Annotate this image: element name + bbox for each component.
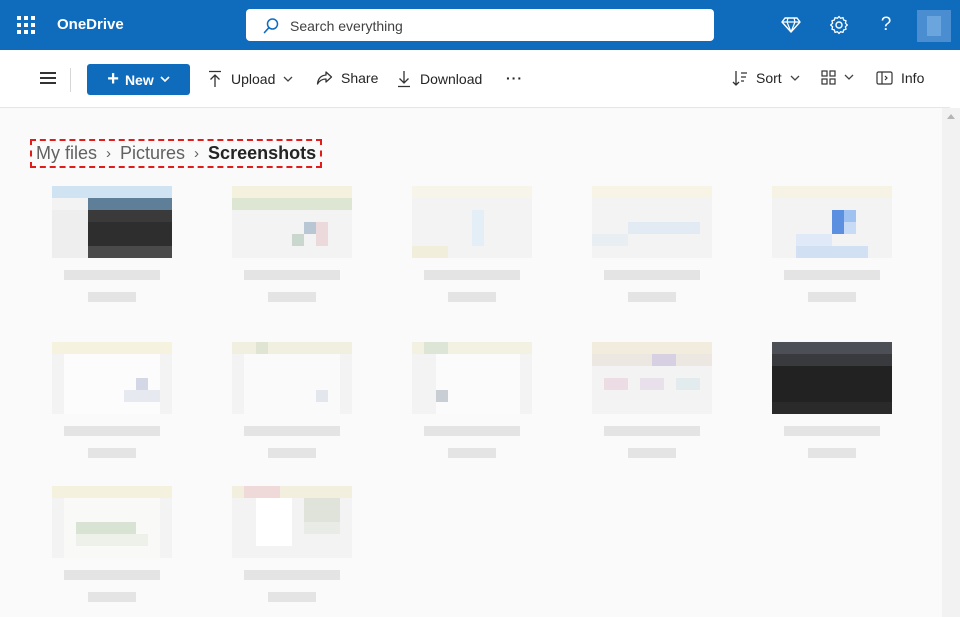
file-name-blurred xyxy=(784,426,880,436)
file-date-blurred xyxy=(628,292,676,302)
sort-icon xyxy=(732,71,747,86)
file-name-blurred xyxy=(604,426,700,436)
premium-diamond-icon[interactable] xyxy=(779,13,803,37)
more-options-ellipsis-icon[interactable]: ··· xyxy=(506,70,523,86)
suite-header: OneDrive Search everything ? xyxy=(0,0,960,50)
file-tile[interactable] xyxy=(412,342,532,462)
file-date-blurred xyxy=(88,592,136,602)
search-icon xyxy=(263,18,279,34)
file-tile[interactable] xyxy=(52,342,172,462)
file-thumbnail xyxy=(232,486,352,558)
file-thumbnail xyxy=(772,186,892,258)
file-tile[interactable] xyxy=(772,186,892,306)
file-name-blurred xyxy=(244,570,340,580)
search-box[interactable]: Search everything xyxy=(246,9,714,41)
share-label: Share xyxy=(341,70,379,86)
file-name-blurred xyxy=(604,270,700,280)
download-button[interactable]: Download xyxy=(396,70,482,88)
file-date-blurred xyxy=(268,292,316,302)
help-question-icon[interactable]: ? xyxy=(874,13,898,37)
toolbar-divider xyxy=(70,68,71,92)
search-placeholder[interactable]: Search everything xyxy=(290,18,403,34)
chevron-down-icon xyxy=(283,76,293,82)
file-tile[interactable] xyxy=(232,342,352,462)
app-title[interactable]: OneDrive xyxy=(57,16,124,33)
file-date-blurred xyxy=(88,448,136,458)
file-thumbnail xyxy=(52,342,172,414)
sort-button[interactable]: Sort xyxy=(732,70,800,86)
file-tile[interactable] xyxy=(52,486,172,606)
file-thumbnail xyxy=(232,186,352,258)
file-date-blurred xyxy=(268,592,316,602)
file-tile[interactable] xyxy=(52,186,172,306)
file-date-blurred xyxy=(448,448,496,458)
new-button-label: New xyxy=(124,71,154,88)
upload-arrow-icon xyxy=(209,70,221,87)
file-name-blurred xyxy=(244,426,340,436)
file-tile[interactable] xyxy=(232,486,352,606)
download-arrow-icon xyxy=(398,71,410,88)
file-date-blurred xyxy=(268,448,316,458)
user-avatar[interactable] xyxy=(917,10,951,42)
file-tile[interactable] xyxy=(232,186,352,306)
breadcrumb-screenshots: Screenshots xyxy=(208,143,317,163)
info-pane-icon xyxy=(876,71,893,85)
file-thumbnail xyxy=(592,186,712,258)
command-bar: + New Upload Share Download ··· Sort Inf… xyxy=(0,50,950,108)
share-button[interactable]: Share xyxy=(316,70,378,86)
file-name-blurred xyxy=(244,270,340,280)
breadcrumb-chevron-icon: › xyxy=(106,145,112,162)
file-name-blurred xyxy=(64,570,160,580)
file-name-blurred xyxy=(424,270,520,280)
upload-button[interactable]: Upload xyxy=(207,70,293,88)
file-date-blurred xyxy=(808,448,856,458)
breadcrumb-chevron-icon: › xyxy=(194,145,200,162)
file-thumbnail xyxy=(52,186,172,258)
file-tile[interactable] xyxy=(592,342,712,462)
chevron-down-icon xyxy=(160,76,170,83)
window-edge xyxy=(950,50,960,108)
file-name-blurred xyxy=(784,270,880,280)
file-thumbnail xyxy=(232,342,352,414)
file-date-blurred xyxy=(88,292,136,302)
file-name-blurred xyxy=(64,426,160,436)
file-thumbnail xyxy=(412,342,532,414)
share-icon xyxy=(316,71,333,85)
breadcrumb-my-files[interactable]: My files xyxy=(36,143,97,164)
chevron-down-icon xyxy=(790,75,800,81)
file-tile[interactable] xyxy=(772,342,892,462)
grid-view-icon xyxy=(821,70,836,85)
file-name-blurred xyxy=(424,426,520,436)
file-date-blurred xyxy=(448,292,496,302)
file-thumbnail xyxy=(592,342,712,414)
file-tile[interactable] xyxy=(412,186,532,306)
info-pane-button[interactable]: Info xyxy=(876,70,924,86)
upload-label: Upload xyxy=(231,71,276,87)
app-launcher-waffle-icon[interactable] xyxy=(14,13,38,37)
sort-label: Sort xyxy=(756,70,782,86)
file-name-blurred xyxy=(64,270,160,280)
info-label: Info xyxy=(901,70,925,86)
breadcrumb: My files › Pictures › Screenshots xyxy=(30,139,323,168)
file-date-blurred xyxy=(628,448,676,458)
settings-gear-icon[interactable] xyxy=(827,13,851,37)
view-options-button[interactable] xyxy=(821,70,854,85)
plus-icon: + xyxy=(107,67,119,90)
file-date-blurred xyxy=(808,292,856,302)
chevron-down-icon xyxy=(844,74,854,80)
vertical-scrollbar[interactable] xyxy=(942,108,960,617)
file-thumbnail xyxy=(772,342,892,414)
file-tile[interactable] xyxy=(592,186,712,306)
file-thumbnail xyxy=(412,186,532,258)
nav-menu-hamburger-icon[interactable] xyxy=(40,72,56,84)
breadcrumb-pictures[interactable]: Pictures xyxy=(120,143,185,164)
download-label: Download xyxy=(420,71,483,87)
new-button[interactable]: + New xyxy=(87,64,190,95)
file-thumbnail xyxy=(52,486,172,558)
